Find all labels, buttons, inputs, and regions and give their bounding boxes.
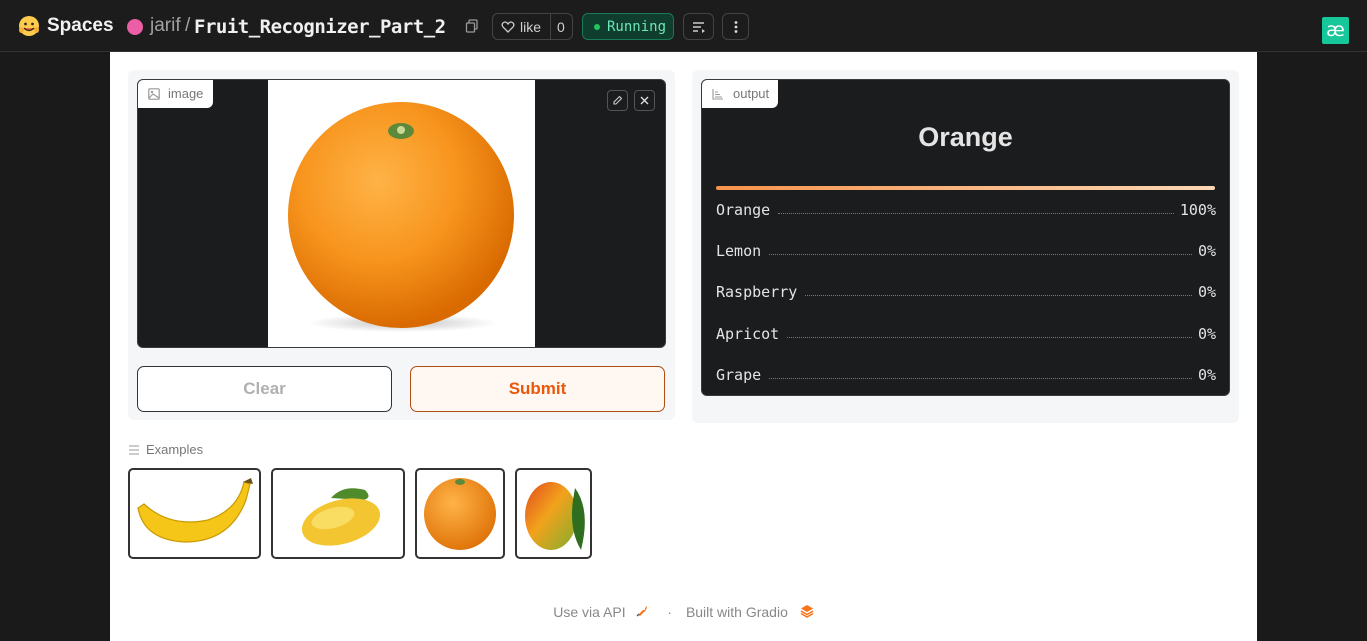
- orange-icon: [424, 478, 496, 550]
- image-label-tag: image: [138, 80, 214, 108]
- confidence-row[interactable]: Grape 0%: [716, 362, 1216, 384]
- dotted-leader: [769, 254, 1192, 255]
- remove-image-button[interactable]: [634, 90, 655, 111]
- image-upload[interactable]: image: [137, 79, 666, 348]
- confidence-label: Apricot: [716, 325, 780, 343]
- image-icon: [148, 88, 160, 100]
- confidence-value: 0%: [1197, 242, 1216, 260]
- status-badge[interactable]: Running: [582, 13, 674, 40]
- confidence-value: 0%: [1197, 325, 1216, 343]
- confidence-label: Orange: [716, 201, 771, 219]
- label-chart-icon: [712, 89, 723, 100]
- output-column: output Orange Orange 100% Lemon 0% Raspb…: [692, 70, 1239, 423]
- like-divider: [550, 14, 551, 39]
- confidence-label: Raspberry: [716, 283, 798, 301]
- output-panel: output Orange Orange 100% Lemon 0% Raspb…: [701, 79, 1230, 396]
- confidence-row[interactable]: Lemon 0%: [716, 238, 1216, 260]
- like-button[interactable]: like 0: [492, 13, 573, 40]
- close-icon: [640, 96, 649, 105]
- confidence-value: 0%: [1197, 366, 1216, 384]
- like-label: like: [520, 19, 542, 35]
- use-via-api-link[interactable]: Use via API: [553, 604, 625, 620]
- submit-button[interactable]: Submit: [410, 366, 665, 412]
- owner-avatar: [127, 19, 143, 35]
- like-count: 0: [557, 19, 565, 35]
- input-column: image Clear Submit: [128, 70, 675, 420]
- uploaded-image: [268, 80, 535, 347]
- image-label: image: [168, 86, 204, 101]
- built-with-gradio-link[interactable]: Built with Gradio: [686, 604, 788, 620]
- rocket-icon: [635, 604, 649, 621]
- confidence-value: 100%: [1179, 201, 1216, 219]
- confidence-row[interactable]: Orange 100%: [716, 197, 1216, 219]
- list-icon: [129, 445, 139, 455]
- example-thumbnail[interactable]: [128, 468, 261, 559]
- output-label: output: [733, 86, 770, 101]
- dotted-leader: [778, 213, 1174, 214]
- orange-image-icon: [288, 102, 514, 332]
- status-dot-icon: [594, 24, 600, 30]
- examples-header: Examples: [128, 442, 203, 457]
- examples-label: Examples: [146, 442, 204, 457]
- confidence-row[interactable]: Apricot 0%: [716, 321, 1216, 343]
- footer-separator: ·: [667, 604, 673, 621]
- status-label: Running: [607, 19, 667, 35]
- confidence-label: Lemon: [716, 242, 762, 260]
- confidence-value: 0%: [1197, 283, 1216, 301]
- main-panel: image Clear Submit output Orange Orange …: [110, 52, 1257, 641]
- clear-button[interactable]: Clear: [137, 366, 392, 412]
- more-vertical-icon: [734, 21, 738, 33]
- logs-icon: [693, 22, 705, 33]
- hugging-face-logo-icon[interactable]: [18, 15, 40, 37]
- confidence-label: Grape: [716, 366, 762, 384]
- example-thumbnail[interactable]: [271, 468, 405, 559]
- top-bar: Spaces jarif / Fruit_Recognizer_Part_2 l…: [0, 0, 1367, 52]
- gradio-logo-icon: [800, 604, 814, 621]
- example-thumbnail[interactable]: [415, 468, 505, 559]
- app-logo-icon[interactable]: æ: [1322, 17, 1349, 44]
- banana-icon: [137, 478, 253, 543]
- repo-name-link[interactable]: Fruit_Recognizer_Part_2: [194, 16, 446, 38]
- example-thumbnail[interactable]: [515, 468, 592, 559]
- edit-image-button[interactable]: [607, 90, 628, 111]
- confidence-row[interactable]: Raspberry 0%: [716, 279, 1216, 301]
- heart-icon: [501, 21, 515, 33]
- footer: Use via API · Built with Gradio: [110, 603, 1257, 621]
- logs-button[interactable]: [683, 13, 714, 40]
- mango-icon: [301, 488, 381, 546]
- pencil-icon: [613, 95, 623, 105]
- output-label-tag: output: [702, 80, 779, 108]
- dotted-leader: [769, 378, 1192, 379]
- path-separator: /: [185, 15, 191, 36]
- dotted-leader: [787, 337, 1192, 338]
- dotted-leader: [805, 295, 1192, 296]
- more-options-button[interactable]: [722, 13, 749, 40]
- predicted-label: Orange: [918, 122, 1013, 152]
- spaces-link[interactable]: Spaces: [47, 15, 114, 37]
- top-confidence-bar: [716, 186, 1215, 190]
- copy-icon[interactable]: [465, 19, 479, 33]
- owner-link[interactable]: jarif: [150, 15, 181, 37]
- mango-icon: [525, 482, 585, 550]
